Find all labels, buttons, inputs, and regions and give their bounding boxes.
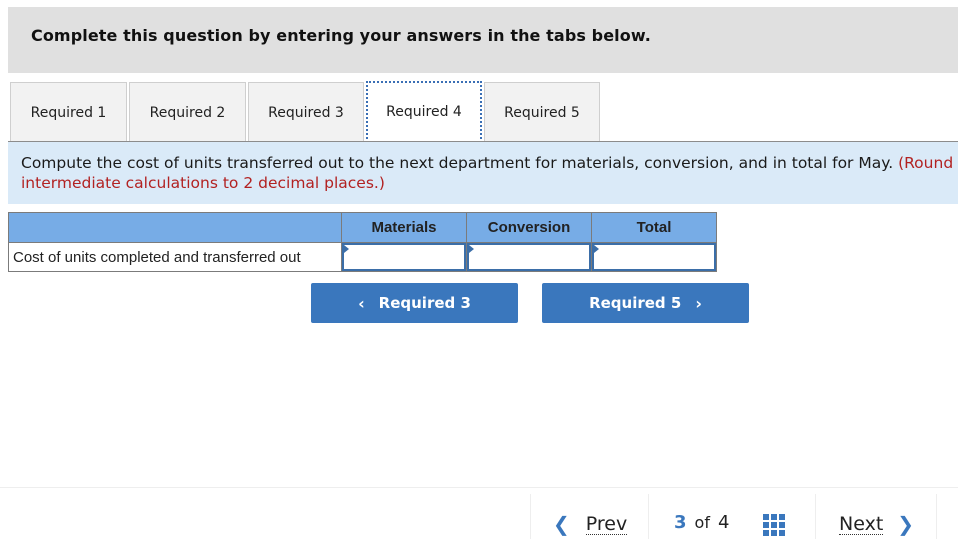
instruction-banner: Complete this question by entering your … [8,7,958,73]
instruction-text: Complete this question by entering your … [31,26,651,45]
previous-requirement-label: Required 3 [378,294,471,312]
materials-cell [341,242,467,272]
page-of-label: of [694,513,710,532]
input-flag-icon [594,245,599,253]
total-cell [591,242,717,272]
table-row: Cost of units completed and transferred … [8,242,717,272]
current-page: 3 [674,512,687,533]
header-blank [8,212,342,243]
prompt-rounding-note-start: (Round [898,154,954,172]
question-grid-icon[interactable] [763,514,785,536]
previous-requirement-button[interactable]: ‹ Required 3 [311,283,518,323]
header-conversion: Conversion [466,212,592,243]
footer-separator [530,494,531,539]
header-total: Total [591,212,717,243]
prompt-main-text: Compute the cost of units transferred ou… [21,154,894,172]
question-prompt: Compute the cost of units transferred ou… [8,142,958,204]
chevron-right-icon: › [695,293,702,313]
materials-input[interactable] [342,243,466,271]
footer-separator [936,494,937,539]
footer-separator [648,494,649,539]
next-requirement-button[interactable]: Required 5 › [542,283,749,323]
prompt-rounding-note: intermediate calculations to 2 decimal p… [21,174,385,192]
total-input[interactable] [592,243,716,271]
tab-required-1[interactable]: Required 1 [10,82,127,142]
footer-separator [815,494,816,539]
row-label: Cost of units completed and transferred … [8,242,342,272]
requirement-tabs: Required 1 Required 2 Required 3 Require… [10,81,958,143]
pager-next-button[interactable]: Next ❯ [839,512,914,536]
pager-next-label: Next [839,512,884,535]
next-requirement-label: Required 5 [589,294,682,312]
header-materials: Materials [341,212,467,243]
pager-prev-label: Prev [585,512,628,535]
tab-required-3[interactable]: Required 3 [248,82,364,142]
input-flag-icon [344,245,349,253]
chevron-right-icon: ❯ [897,512,915,536]
tab-required-2[interactable]: Required 2 [129,82,246,142]
table-header-row: Materials Conversion Total [8,212,717,243]
question-page: Complete this question by entering your … [0,0,958,539]
tab-required-5[interactable]: Required 5 [484,82,600,142]
footer-divider [0,487,958,488]
total-pages: 4 [717,512,730,533]
chevron-left-icon: ‹ [358,293,365,313]
conversion-cell [466,242,592,272]
prompt-line-1: Compute the cost of units transferred ou… [21,154,953,172]
chevron-left-icon: ❮ [553,512,570,536]
page-indicator: 3 of 4 [674,512,729,533]
conversion-input[interactable] [467,243,591,271]
pager-prev-button[interactable]: ❮ Prev [553,512,628,536]
tab-required-4[interactable]: Required 4 [366,81,482,143]
input-flag-icon [469,245,474,253]
answer-table: Materials Conversion Total Cost of units… [8,212,717,272]
